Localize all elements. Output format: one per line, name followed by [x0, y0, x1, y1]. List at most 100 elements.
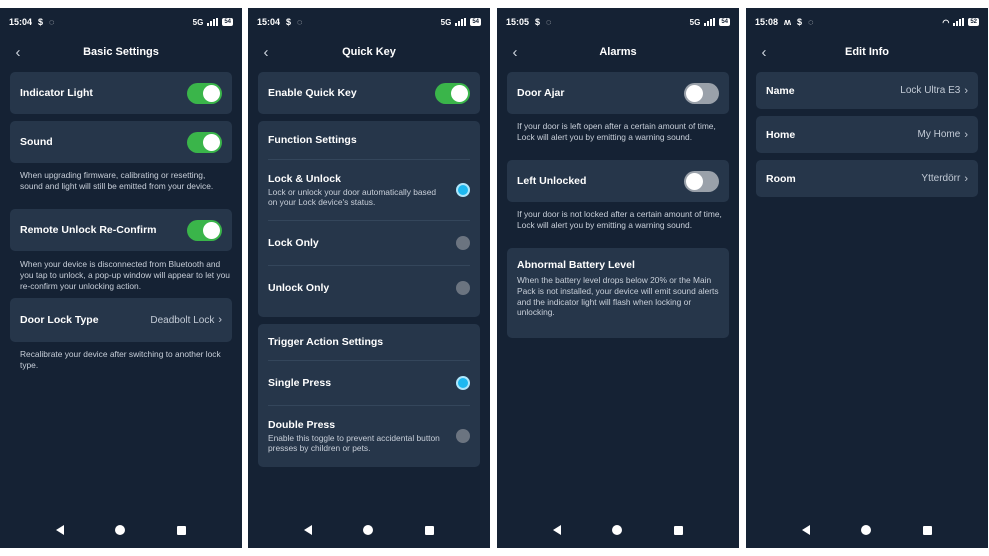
status-bar: 15:04 $ ◌ 5G 54 — [248, 8, 490, 36]
room-value: Ytterdörr — [921, 173, 961, 184]
indicator-light-label: Indicator Light — [20, 87, 93, 99]
screen-alarms: 15:05 $ ◌ 5G 54 ‹ Alarms Door Ajar If yo… — [497, 8, 739, 548]
header: ‹ Alarms — [497, 40, 739, 64]
nav-back-icon[interactable] — [801, 525, 810, 535]
shield-icon: ◌ — [49, 17, 55, 27]
network-type: 5G — [440, 17, 452, 27]
remote-unlock-toggle[interactable] — [187, 219, 222, 241]
enable-quick-key-toggle[interactable] — [435, 82, 470, 104]
page-title: Edit Info — [845, 46, 889, 58]
dollar-icon: $ — [797, 17, 803, 27]
double-press-label: Double Press — [268, 418, 336, 431]
system-nav-bar — [0, 520, 242, 540]
single-press-radio[interactable] — [456, 376, 470, 390]
screen-basic-settings: 15:04 $ ◌ 5G 54 ‹ Basic Settings Indicat… — [0, 8, 242, 548]
nav-recent-icon[interactable] — [674, 525, 684, 535]
battery-level: 54 — [719, 18, 730, 26]
sound-label: Sound — [20, 136, 53, 148]
room-label: Room — [766, 172, 796, 185]
toggle-knob — [686, 172, 703, 190]
nav-recent-icon[interactable] — [425, 525, 435, 535]
double-press-desc: Enable this toggle to prevent accidental… — [268, 432, 440, 454]
status-time: 15:04 — [9, 17, 33, 27]
lock-unlock-label: Lock & Unlock — [268, 172, 341, 185]
wifi-icon: ◠ — [942, 17, 950, 27]
nav-back-icon[interactable] — [55, 525, 64, 535]
name-row[interactable]: Name Lock Ultra E3 › — [756, 72, 978, 109]
lock-unlock-desc: Lock or unlock your door automatically b… — [268, 186, 437, 208]
door-ajar-note: If your door is left open after a certai… — [517, 121, 716, 142]
unlock-only-label: Unlock Only — [268, 282, 330, 294]
option-unlock-only[interactable]: Unlock Only — [258, 266, 480, 310]
option-lock-only[interactable]: Lock Only — [258, 221, 480, 265]
option-single-press[interactable]: Single Press — [258, 361, 480, 405]
remote-unlock-row: Remote Unlock Re-Confirm — [10, 209, 232, 251]
nav-home-icon[interactable] — [861, 525, 872, 535]
enable-quick-key-row: Enable Quick Key — [258, 72, 480, 114]
page-title: Basic Settings — [83, 46, 159, 58]
nav-home-icon[interactable] — [363, 525, 374, 535]
door-ajar-label: Door Ajar — [517, 87, 565, 99]
unlock-only-radio[interactable] — [456, 281, 470, 295]
dollar-icon: $ — [535, 17, 541, 27]
home-label: Home — [766, 128, 796, 141]
toggle-knob — [451, 84, 468, 102]
left-unlocked-toggle[interactable] — [684, 170, 719, 192]
header: ‹ Basic Settings — [0, 40, 242, 64]
shield-icon: ◌ — [297, 17, 303, 27]
nav-home-icon[interactable] — [115, 525, 126, 535]
nav-back-icon[interactable] — [303, 525, 312, 535]
shield-icon: ◌ — [808, 17, 814, 27]
home-row[interactable]: Home My Home › — [756, 116, 978, 153]
chevron-right-icon: › — [218, 314, 222, 326]
home-value: My Home — [917, 129, 961, 140]
header: ‹ Quick Key — [248, 40, 490, 64]
door-ajar-toggle[interactable] — [684, 82, 719, 104]
left-unlocked-label: Left Unlocked — [517, 175, 587, 187]
back-icon[interactable]: ‹ — [8, 42, 28, 62]
sound-note: When upgrading firmware, calibrating or … — [20, 170, 214, 191]
battery-level: 52 — [968, 18, 979, 26]
abnormal-battery-desc: When the battery level drops below 20% o… — [517, 275, 719, 318]
trigger-settings-title: Trigger Action Settings — [268, 336, 384, 348]
door-lock-type-row[interactable]: Door Lock Type Deadbolt Lock › — [10, 298, 232, 342]
indicator-light-toggle[interactable] — [187, 82, 222, 104]
dollar-icon: $ — [38, 17, 44, 27]
screen-quick-key: 15:04 $ ◌ 5G 54 ‹ Quick Key Enable Quick… — [248, 8, 490, 548]
back-icon[interactable]: ‹ — [754, 42, 774, 62]
nav-recent-icon[interactable] — [923, 525, 933, 535]
toggle-knob — [203, 84, 220, 102]
status-time: 15:04 — [257, 17, 281, 27]
function-settings-title: Function Settings — [268, 134, 357, 146]
room-row[interactable]: Room Ytterdörr › — [756, 160, 978, 197]
lock-unlock-radio[interactable] — [456, 183, 470, 197]
dollar-icon: $ — [286, 17, 292, 27]
back-icon[interactable]: ‹ — [505, 42, 525, 62]
remote-unlock-label: Remote Unlock Re-Confirm — [20, 224, 157, 236]
nav-recent-icon[interactable] — [177, 525, 187, 535]
page-title: Alarms — [599, 46, 637, 58]
system-nav-bar — [248, 520, 490, 540]
abnormal-battery-card: Abnormal Battery Level When the battery … — [507, 248, 729, 338]
option-double-press[interactable]: Double Press Enable this toggle to preve… — [258, 406, 480, 466]
battery-level: 54 — [470, 18, 481, 26]
signal-icon — [455, 18, 467, 26]
status-time: 15:08 — [755, 17, 779, 27]
trigger-settings-header: Trigger Action Settings — [258, 324, 480, 360]
system-nav-bar — [746, 520, 988, 540]
chevron-right-icon: › — [964, 128, 968, 141]
back-icon[interactable]: ‹ — [256, 42, 276, 62]
double-press-radio[interactable] — [456, 429, 470, 443]
nav-home-icon[interactable] — [612, 525, 623, 535]
nav-back-icon[interactable] — [552, 525, 561, 535]
single-press-label: Single Press — [268, 377, 332, 389]
signal-icon — [207, 18, 219, 26]
network-type: 5G — [689, 17, 701, 27]
lock-only-radio[interactable] — [456, 236, 470, 250]
system-nav-bar — [497, 520, 739, 540]
door-lock-type-note: Recalibrate your device after switching … — [20, 349, 221, 370]
option-lock-unlock[interactable]: Lock & Unlock Lock or unlock your door a… — [258, 160, 480, 220]
left-unlocked-row: Left Unlocked — [507, 160, 729, 202]
function-settings-card: Function Settings Lock & Unlock Lock or … — [258, 121, 480, 317]
sound-toggle[interactable] — [187, 131, 222, 153]
